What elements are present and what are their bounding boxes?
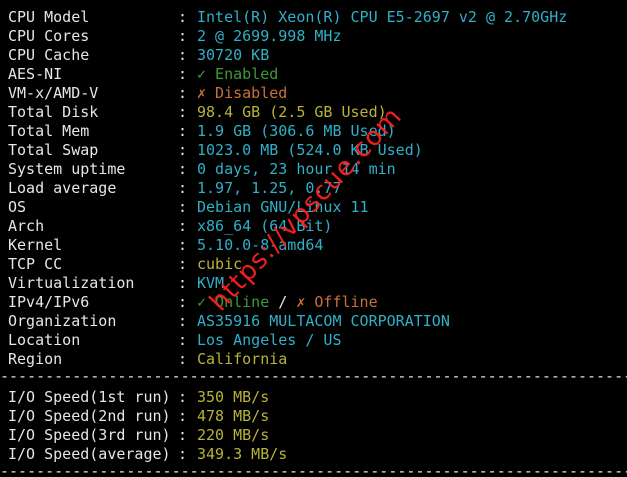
row-label: Virtualization xyxy=(8,274,135,292)
row-separator: : xyxy=(178,388,188,406)
row-separator: : xyxy=(178,141,188,159)
info-row-cpu-cache: CPU Cache : 30720 KB xyxy=(8,46,269,65)
row-label: I/O Speed(average) xyxy=(8,445,171,463)
io-row-average: I/O Speed(average) : 349.3 MB/s xyxy=(8,445,287,464)
row-label: Total Disk xyxy=(8,103,99,121)
dashed-divider: ----------------------------------------… xyxy=(0,370,627,382)
info-row-aes-ni: AES-NI : ✓ Enabled xyxy=(8,65,278,84)
row-value: Los Angeles / US xyxy=(197,331,342,349)
status-divider: / xyxy=(269,293,297,311)
row-separator: : xyxy=(178,122,188,140)
row-value: 98.4 GB (2.5 GB Used) xyxy=(197,103,387,121)
row-label: Region xyxy=(8,350,63,368)
info-row-virtualization: Virtualization : KVM xyxy=(8,274,224,293)
row-label: System uptime xyxy=(8,160,126,178)
info-row-cpu-model: CPU Model : Intel(R) Xeon(R) CPU E5-2697… xyxy=(8,8,567,27)
io-row-1st-run: I/O Speed(1st run) : 350 MB/s xyxy=(8,388,269,407)
row-separator: : xyxy=(178,198,188,216)
info-row-tcp-cc: TCP CC : cubic xyxy=(8,255,242,274)
row-label: CPU Cores xyxy=(8,27,90,45)
info-row-region: Region : California xyxy=(8,350,287,369)
row-separator: : xyxy=(178,274,188,292)
row-separator: : xyxy=(178,407,188,425)
row-label: I/O Speed(2nd run) xyxy=(8,407,171,425)
row-separator: : xyxy=(178,426,188,444)
row-separator: : xyxy=(178,255,188,273)
info-row-os: OS : Debian GNU/Linux 11 xyxy=(8,198,369,217)
row-separator: : xyxy=(178,312,188,330)
info-row-kernel: Kernel : 5.10.0-8-amd64 xyxy=(8,236,323,255)
row-separator: : xyxy=(178,103,188,121)
row-label: VM-x/AMD-V xyxy=(8,84,99,102)
row-value: 1023.0 MB (524.0 KB Used) xyxy=(197,141,423,159)
row-value: 350 MB/s xyxy=(197,388,270,406)
row-separator: : xyxy=(178,8,188,26)
row-separator: : xyxy=(178,46,188,64)
io-row-3rd-run: I/O Speed(3rd run) : 220 MB/s xyxy=(8,426,269,445)
info-row-total-swap: Total Swap : 1023.0 MB (524.0 KB Used) xyxy=(8,141,423,160)
dashed-divider-bottom: ----------------------------------------… xyxy=(0,465,627,477)
row-separator: : xyxy=(178,293,188,311)
row-value: California xyxy=(197,350,288,368)
row-label: I/O Speed(1st run) xyxy=(8,388,171,406)
info-row-location: Location : Los Angeles / US xyxy=(8,331,342,350)
row-label: CPU Cache xyxy=(8,46,90,64)
info-row-total-mem: Total Mem : 1.9 GB (306.6 MB Used) xyxy=(8,122,396,141)
ipv6-status: ✗ Offline xyxy=(296,293,378,311)
row-separator: : xyxy=(178,217,188,235)
row-label: Arch xyxy=(8,217,45,235)
info-row-organization: Organization : AS35916 MULTACOM CORPORAT… xyxy=(8,312,450,331)
info-row-cpu-cores: CPU Cores : 2 @ 2699.998 MHz xyxy=(8,27,342,46)
row-separator: : xyxy=(178,445,188,463)
row-separator: : xyxy=(178,350,188,368)
info-row-arch: Arch : x86_64 (64 Bit) xyxy=(8,217,332,236)
row-label: Kernel xyxy=(8,236,63,254)
row-label: CPU Model xyxy=(8,8,90,26)
row-separator: : xyxy=(178,27,188,45)
row-label: Total Mem xyxy=(8,122,90,140)
row-separator: : xyxy=(178,236,188,254)
row-label: Organization xyxy=(8,312,117,330)
io-row-2nd-run: I/O Speed(2nd run) : 478 MB/s xyxy=(8,407,269,426)
row-label: AES-NI xyxy=(8,65,63,83)
terminal-window: CPU Model : Intel(R) Xeon(R) CPU E5-2697… xyxy=(0,0,627,477)
row-label: OS xyxy=(8,198,27,216)
row-value: ✗ Disabled xyxy=(197,84,288,102)
info-row-load-average: Load average : 1.97, 1.25, 0.77 xyxy=(8,179,342,198)
row-value: AS35916 MULTACOM CORPORATION xyxy=(197,312,450,330)
row-separator: : xyxy=(178,160,188,178)
row-value: 478 MB/s xyxy=(197,407,270,425)
row-label: I/O Speed(3rd run) xyxy=(8,426,171,444)
row-label: TCP CC xyxy=(8,255,63,273)
row-separator: : xyxy=(178,65,188,83)
row-separator: : xyxy=(178,84,188,102)
row-separator: : xyxy=(178,331,188,349)
info-row-uptime: System uptime : 0 days, 23 hour 14 min xyxy=(8,160,396,179)
row-separator: : xyxy=(178,179,188,197)
info-row-vmx: VM-x/AMD-V : ✗ Disabled xyxy=(8,84,287,103)
row-value: 220 MB/s xyxy=(197,426,270,444)
info-row-total-disk: Total Disk : 98.4 GB (2.5 GB Used) xyxy=(8,103,387,122)
row-value: 349.3 MB/s xyxy=(197,445,288,463)
row-value: 2 @ 2699.998 MHz xyxy=(197,27,342,45)
row-value: 30720 KB xyxy=(197,46,270,64)
row-label: Load average xyxy=(8,179,117,197)
row-label: Location xyxy=(8,331,81,349)
info-row-ipv4-ipv6: IPv4/IPv6 : ✓ Online / ✗ Offline xyxy=(8,293,378,312)
row-label: Total Swap xyxy=(8,141,99,159)
row-value: ✓ Enabled xyxy=(197,65,279,83)
row-label: IPv4/IPv6 xyxy=(8,293,90,311)
row-value: Intel(R) Xeon(R) CPU E5-2697 v2 @ 2.70GH… xyxy=(197,8,568,26)
